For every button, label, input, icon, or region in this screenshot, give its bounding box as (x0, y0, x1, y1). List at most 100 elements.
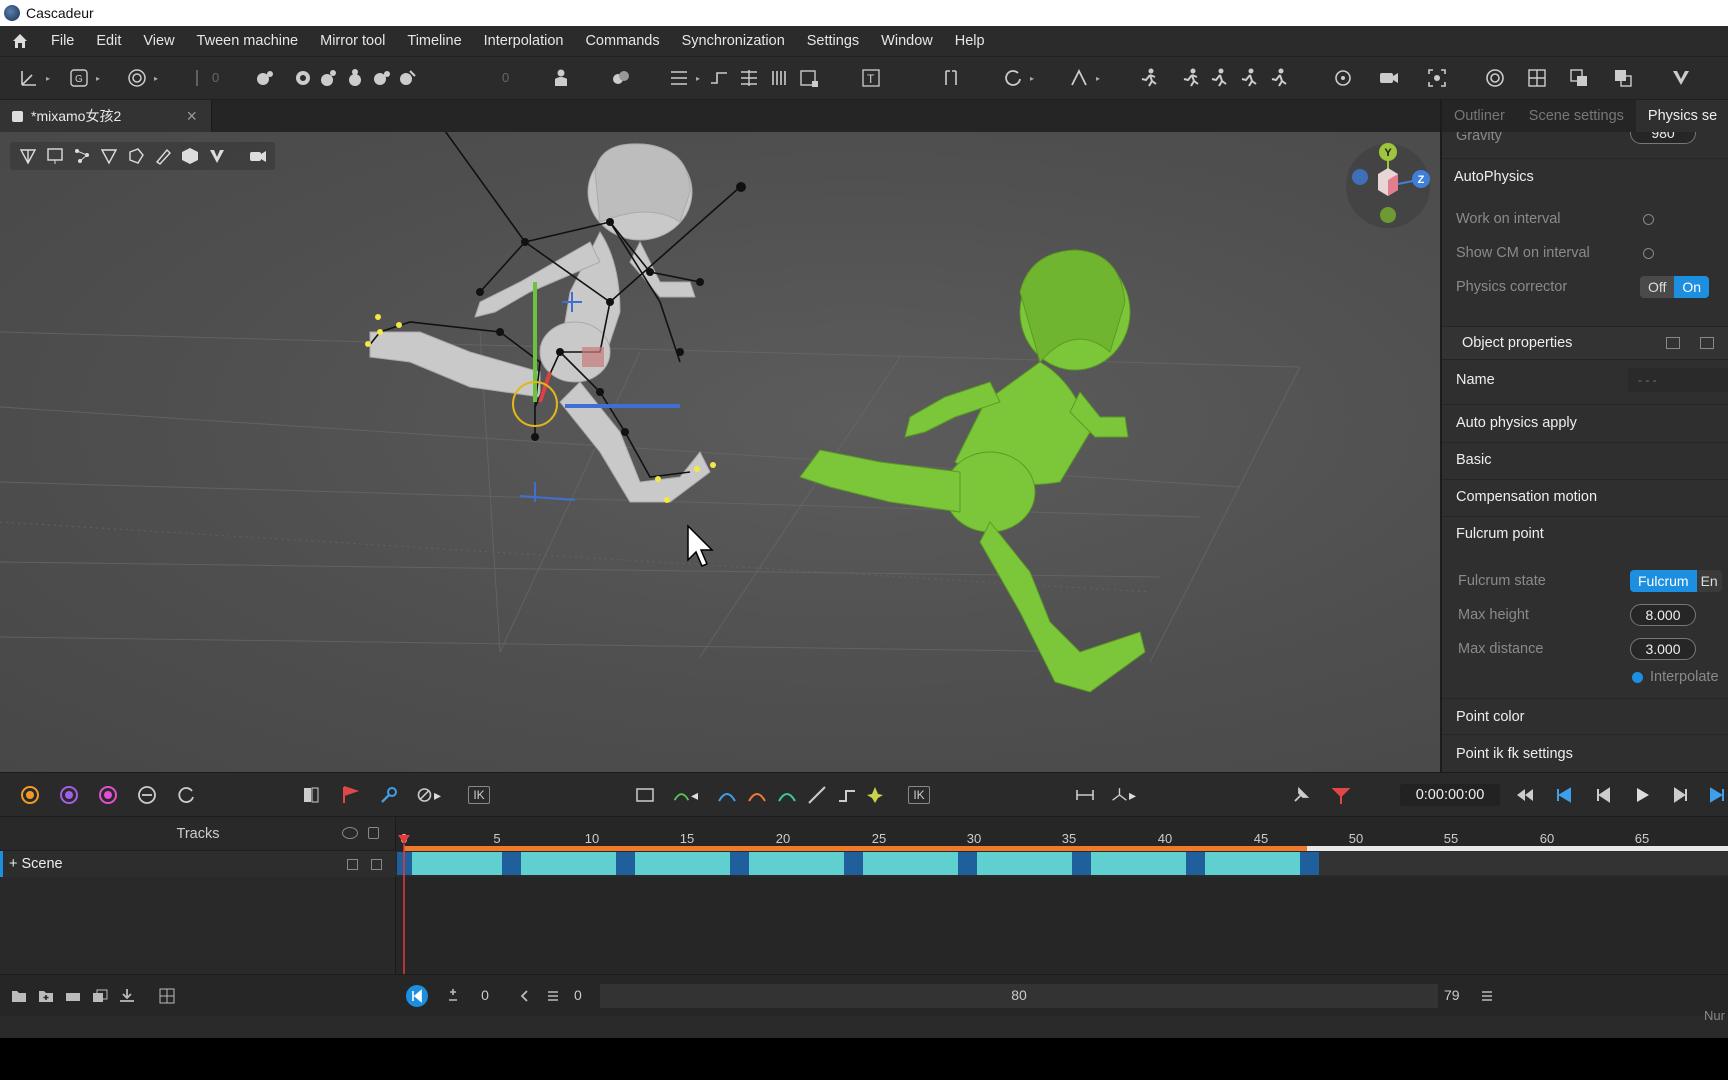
range-end-menu-icon[interactable] (1476, 985, 1498, 1007)
cube-mode-icon[interactable] (176, 143, 203, 169)
close-icon[interactable]: × (186, 106, 197, 127)
menu-timeline[interactable]: Timeline (396, 33, 472, 49)
interpolate-radio[interactable] (1632, 672, 1643, 683)
tab-outliner[interactable]: Outliner (1442, 100, 1517, 132)
pin-tool-icon[interactable] (1288, 782, 1314, 808)
running-pose-b-icon[interactable] (1178, 65, 1204, 91)
running-pose-a-icon[interactable] (1136, 65, 1162, 91)
loop-icon[interactable]: ▸ (1000, 65, 1034, 91)
scene-visibility-checkbox[interactable] (347, 859, 358, 870)
basic-row[interactable]: Basic (1442, 445, 1728, 475)
range-start-field[interactable]: 0 (470, 987, 500, 1003)
joint-tool-e-icon[interactable] (394, 65, 420, 91)
bracket-icon[interactable] (938, 65, 964, 91)
duplicate-track-icon[interactable] (89, 985, 111, 1007)
layers-a-icon[interactable] (1566, 65, 1592, 91)
text-tool-icon[interactable]: T (858, 65, 884, 91)
gravity-field[interactable]: 980 (1630, 132, 1696, 144)
menu-settings[interactable]: Settings (796, 33, 870, 49)
playhead[interactable] (397, 835, 411, 975)
pivot-offset-icon[interactable] (184, 65, 210, 91)
rig-mode-icon[interactable] (95, 143, 122, 169)
menu-tween-machine[interactable]: Tween machine (186, 33, 310, 49)
remove-track-icon[interactable] (62, 985, 84, 1007)
running-pose-c-icon[interactable] (1206, 65, 1232, 91)
mesh-mode-icon[interactable] (122, 143, 149, 169)
spiral-icon[interactable] (1482, 65, 1508, 91)
step-icon[interactable] (834, 782, 860, 808)
menu-commands[interactable]: Commands (574, 33, 670, 49)
toolbar-spin-b[interactable]: 0 (502, 70, 509, 85)
fixed-point-icon[interactable] (862, 782, 888, 808)
ease-orange-icon[interactable] (744, 782, 770, 808)
curve-step-icon[interactable] (706, 65, 732, 91)
character-icon[interactable] (548, 65, 574, 91)
menu-edit[interactable]: Edit (85, 33, 132, 49)
add-track-icon[interactable] (35, 985, 57, 1007)
keyframe-list-icon[interactable]: ▸ (666, 65, 700, 91)
select-joints-icon[interactable] (252, 65, 278, 91)
menu-interpolation[interactable]: Interpolation (473, 33, 575, 49)
ik-button-2[interactable]: IK (908, 786, 930, 804)
rewind-icon[interactable] (1512, 782, 1538, 808)
bars-icon[interactable] (766, 65, 792, 91)
joints-mode-icon[interactable] (68, 143, 95, 169)
keyframe-intervals[interactable] (397, 851, 1728, 877)
visibility-icon[interactable] (342, 827, 358, 839)
toolbar-spin-a[interactable]: 0 (212, 70, 219, 85)
physics-corrector-toggle[interactable]: Off On (1640, 276, 1710, 298)
menu-help[interactable]: Help (944, 33, 996, 49)
panel-float-icon[interactable] (1700, 337, 1714, 349)
running-pose-e-icon[interactable] (1266, 65, 1292, 91)
ik-button[interactable]: IK (468, 786, 490, 804)
go-to-end-icon[interactable] (1704, 782, 1728, 808)
scene-canvas[interactable] (0, 132, 1440, 772)
range-cursor-field[interactable]: 0 (574, 987, 582, 1003)
fulcrum-state-other[interactable]: En (1696, 570, 1722, 592)
brush-mode-icon[interactable] (149, 143, 176, 169)
physics-orange-icon[interactable] (17, 782, 43, 808)
physics-purple-a-icon[interactable] (56, 782, 82, 808)
work-on-interval-radio[interactable] (1643, 213, 1654, 225)
next-frame-icon[interactable] (1668, 782, 1694, 808)
flag-icon[interactable] (337, 782, 363, 808)
fulcrum-state-fulcrum[interactable]: Fulcrum (1630, 570, 1697, 592)
range-slider[interactable]: 80 (600, 984, 1438, 1008)
toggle-on[interactable]: On (1674, 276, 1710, 298)
mirror-tool-icon[interactable] (298, 782, 324, 808)
name-field[interactable]: - - - (1628, 368, 1728, 392)
fulcrum-point-row[interactable]: Fulcrum point (1442, 519, 1728, 549)
global-space-icon[interactable]: G ▸ (66, 65, 100, 91)
reload-icon[interactable] (173, 782, 199, 808)
grid-view-icon[interactable] (1524, 65, 1550, 91)
joint-tool-d-icon[interactable] (368, 65, 394, 91)
cascadeur-v-icon[interactable] (1668, 65, 1694, 91)
timeline-ruler[interactable]: 0 5 10 15 20 25 30 35 40 45 50 55 60 65 (397, 817, 1728, 851)
no-key-icon[interactable]: ▸ (415, 782, 441, 808)
camera-icon[interactable] (1376, 65, 1402, 91)
lock-icon[interactable] (368, 827, 379, 839)
range-stepper-icon[interactable] (442, 985, 464, 1007)
target-icon[interactable] (1330, 65, 1356, 91)
layers-b-icon[interactable] (1610, 65, 1636, 91)
menu-window[interactable]: Window (870, 33, 944, 49)
joint-tool-a-icon[interactable] (290, 65, 316, 91)
play-icon[interactable] (1629, 782, 1655, 808)
add-folder-icon[interactable] (8, 985, 30, 1007)
auto-physics-apply-row[interactable]: Auto physics apply (1442, 408, 1728, 438)
physics-cycle-icon[interactable] (134, 782, 160, 808)
import-track-icon[interactable] (116, 985, 138, 1007)
current-time-display[interactable]: 0:00:00:00 (1400, 784, 1500, 806)
ease-teal-icon[interactable] (774, 782, 800, 808)
object-properties-header[interactable]: Object properties (1442, 326, 1728, 360)
max-distance-field[interactable]: 3.000 (1630, 638, 1696, 660)
focus-frame-icon[interactable] (1424, 65, 1450, 91)
prev-frame-icon[interactable] (1590, 782, 1616, 808)
menu-file[interactable]: File (40, 33, 85, 49)
document-tab[interactable]: *mixamo女孩2 × (0, 100, 212, 132)
fit-interval-icon[interactable] (1072, 782, 1098, 808)
pose-add-icon[interactable]: ▸ (1066, 65, 1100, 91)
physics-magenta-icon[interactable] (95, 782, 121, 808)
menu-synchronization[interactable]: Synchronization (671, 33, 796, 49)
show-cm-radio[interactable] (1643, 247, 1654, 259)
